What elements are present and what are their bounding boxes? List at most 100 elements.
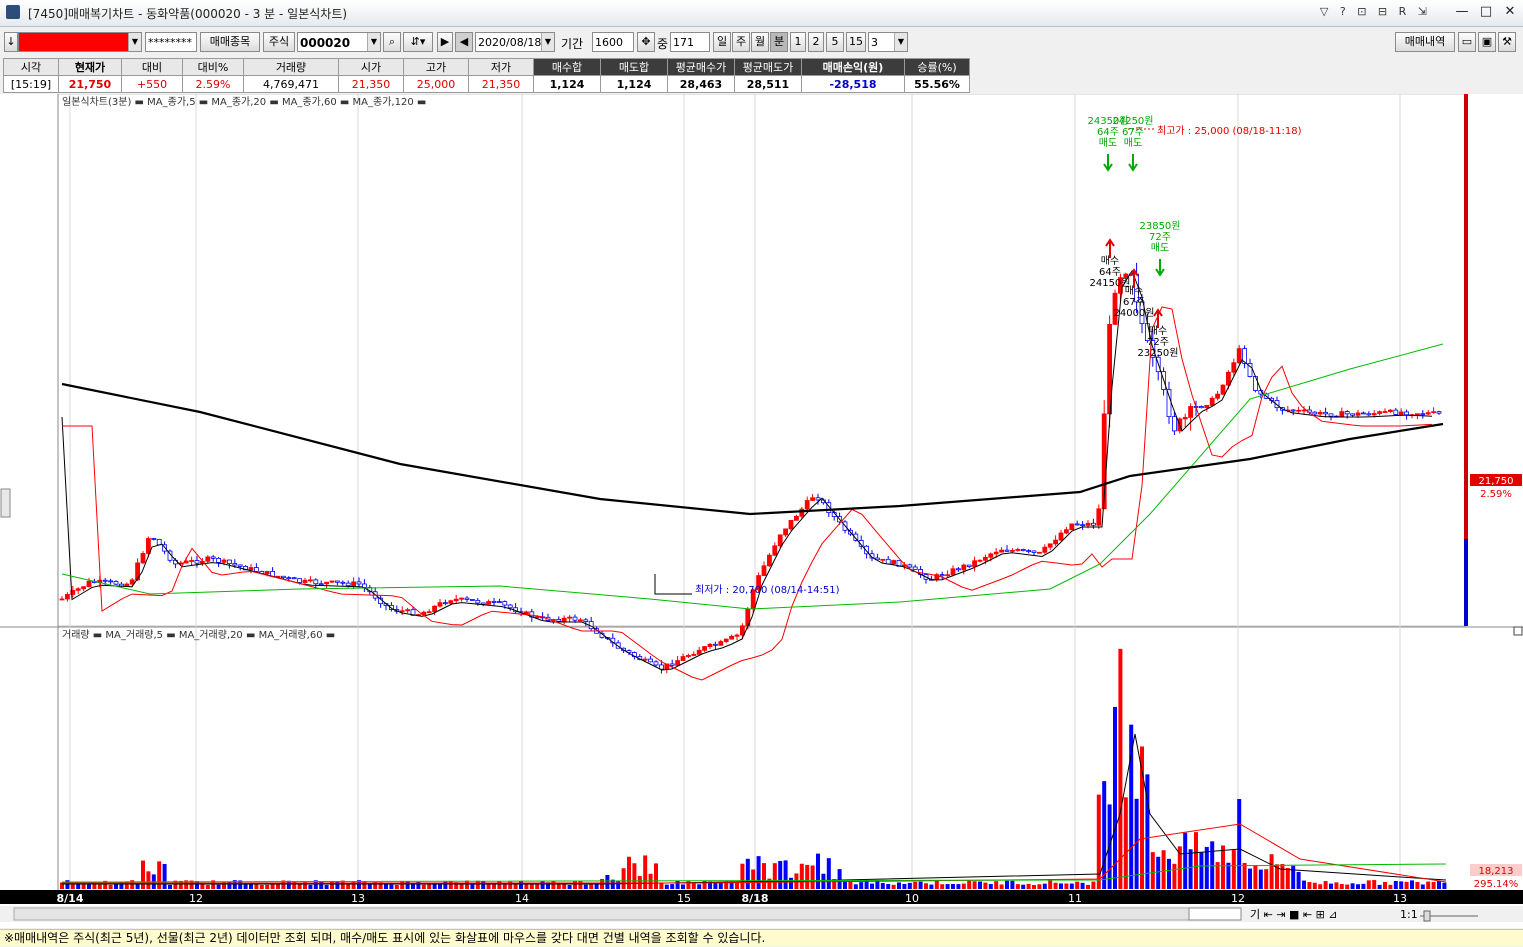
interval-5[interactable]: 5 xyxy=(826,32,844,52)
play-right-icon[interactable]: ▶ xyxy=(437,32,453,52)
candle-body xyxy=(102,579,108,582)
candle-body xyxy=(1199,406,1204,409)
price-legend: 일본식차트(3분) ▬ MA_종가,5 ▬ MA_종가,20 ▬ MA_종가,6… xyxy=(62,96,426,108)
chart-svg[interactable]: 8/14 12 13 14 15 8/18 10 11 12 13 기 ⇤ ⇥ ■ ⇤ ⊞ ⊿ 1:1… xyxy=(0,93,1523,928)
volume-bar xyxy=(907,882,912,889)
summary-header-8: 매수합 xyxy=(533,58,601,76)
candle-body xyxy=(313,579,319,585)
x-tick-label: 13 xyxy=(351,892,365,905)
volume-bar xyxy=(1053,882,1058,889)
sort-icon[interactable]: ⇵▾ xyxy=(403,32,433,52)
maximize-button[interactable]: □ xyxy=(1475,2,1497,22)
period-input[interactable]: 1600 xyxy=(592,32,634,52)
high-label: 최고가 : 25,000 (08/18-11:18) xyxy=(1157,125,1302,137)
date-value: 2020/08/18 xyxy=(478,36,542,49)
candle-body xyxy=(1301,409,1307,412)
sell-mark-label: 67주 xyxy=(1122,127,1144,138)
volume-bar xyxy=(1339,884,1344,889)
volume-bar xyxy=(1307,882,1312,889)
candle-body xyxy=(129,579,135,585)
volume-bar xyxy=(1010,880,1015,889)
volume-bar xyxy=(961,883,966,889)
candle-body xyxy=(459,597,465,600)
volume-bar xyxy=(513,884,518,889)
play-left-icon[interactable]: ◀ xyxy=(455,32,473,52)
candle-body xyxy=(1328,413,1334,417)
mid-input[interactable]: 171 xyxy=(670,32,710,52)
volume-bar xyxy=(1269,854,1274,889)
move-icon[interactable]: ✥ xyxy=(637,32,655,52)
summary-value-8: 1,124 xyxy=(533,75,601,93)
volume-bar xyxy=(448,880,453,889)
password-field[interactable]: ******** xyxy=(145,32,197,52)
volume-bar xyxy=(1383,881,1387,889)
tab-day[interactable]: 일 xyxy=(713,32,731,52)
candle-body xyxy=(189,560,195,562)
x-tick-label: 15 xyxy=(677,892,691,905)
close-button[interactable]: ✕ xyxy=(1499,2,1521,22)
interval-select[interactable]: 3 ▼ xyxy=(868,32,908,52)
scrollbar-thumb xyxy=(1188,907,1242,921)
chevron-down-icon[interactable]: ▼ xyxy=(894,33,907,51)
volume-bar xyxy=(632,863,637,889)
candle-body xyxy=(1425,412,1431,415)
code-value: 000020 xyxy=(300,36,351,50)
volume-bar xyxy=(551,880,556,889)
tab-minute[interactable]: 분 xyxy=(770,32,788,52)
candle-body xyxy=(777,534,783,547)
candle-body xyxy=(804,500,810,510)
tab-week[interactable]: 주 xyxy=(732,32,750,52)
account-select[interactable]: ▼ xyxy=(18,32,142,52)
volume-bar xyxy=(681,884,685,889)
volume-bar xyxy=(664,884,669,889)
down-arrow-icon[interactable]: ↓ xyxy=(4,32,18,52)
candle-body xyxy=(1020,549,1026,552)
volume-bar xyxy=(1280,864,1285,889)
search-icon[interactable]: ⌕ xyxy=(383,32,401,52)
volume-bar xyxy=(1237,799,1242,889)
chart-area[interactable]: 8/14 12 13 14 15 8/18 10 11 12 13 기 ⇤ ⇥ ■ ⇤ ⊞ ⊿ 1:1… xyxy=(0,93,1523,928)
volume-bar xyxy=(1231,850,1236,889)
code-input[interactable]: 000020 ▼ xyxy=(297,32,381,52)
wrench-icon[interactable]: ⚒ xyxy=(1498,32,1516,52)
volume-bar xyxy=(1096,794,1101,889)
trade-items-button[interactable]: 매매종목 xyxy=(200,32,260,52)
candle-body xyxy=(1069,523,1075,531)
chevron-down-icon[interactable]: ▼ xyxy=(541,33,554,51)
volume-close-icon xyxy=(1513,626,1523,636)
sell-mark-label: 매도 xyxy=(1151,242,1169,254)
candle-body xyxy=(767,554,772,567)
volume-bar xyxy=(589,884,594,889)
price-panel-frame xyxy=(57,93,1467,627)
title-icon-strip[interactable]: ▽ ? ⊡ ⊟ R ⇲ xyxy=(1320,5,1431,18)
trade-history-button[interactable]: 매매내역 xyxy=(1395,32,1455,52)
chevron-down-icon[interactable]: ▼ xyxy=(128,33,141,51)
volume-bar xyxy=(438,883,442,889)
candle-body xyxy=(1031,550,1037,553)
interval-1[interactable]: 1 xyxy=(790,32,806,52)
candle-body xyxy=(280,575,286,579)
market-type-button[interactable]: 주식 xyxy=(263,32,295,52)
interval-2[interactable]: 2 xyxy=(808,32,824,52)
candle-body xyxy=(464,597,470,600)
date-input[interactable]: 2020/08/18 ▼ xyxy=(475,32,555,52)
chevron-down-icon[interactable]: ▼ xyxy=(367,33,380,51)
interval-15[interactable]: 15 xyxy=(846,32,866,52)
volume-bar xyxy=(562,883,567,889)
minimize-button[interactable]: — xyxy=(1451,2,1473,22)
candle-body xyxy=(810,497,815,501)
volume-bar xyxy=(810,865,815,889)
x-tick-label: 13 xyxy=(1393,892,1407,905)
summary-value-5: 21,350 xyxy=(338,75,404,93)
candle-body xyxy=(718,641,724,646)
tab-month[interactable]: 월 xyxy=(751,32,769,52)
save-icon[interactable]: ▣ xyxy=(1478,32,1496,52)
volume-bar xyxy=(108,884,113,889)
volume-bar xyxy=(556,884,561,889)
volume-bar xyxy=(799,863,804,889)
right-price-bar-down xyxy=(1464,539,1468,626)
folder-icon[interactable]: ▭ xyxy=(1458,32,1476,52)
volume-bar xyxy=(124,881,129,889)
volume-bar xyxy=(978,881,982,889)
volume-bar xyxy=(1161,850,1166,889)
